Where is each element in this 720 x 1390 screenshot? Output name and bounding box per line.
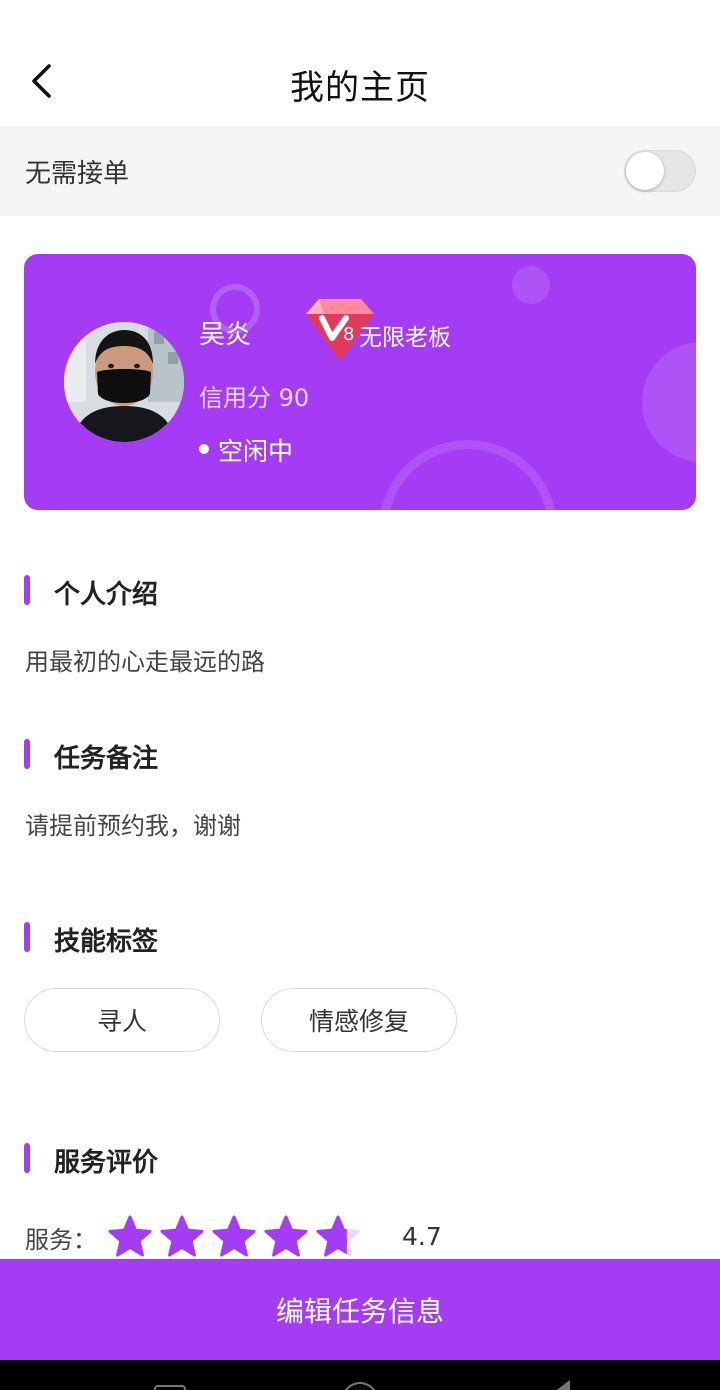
status-text: 空闲中 <box>218 437 294 466</box>
vip-title: 无限老板 <box>359 325 451 351</box>
page-title: 我的主页 <box>290 68 430 108</box>
switch-knob <box>626 152 664 190</box>
skill-tag[interactable]: 情感修复 <box>261 988 457 1052</box>
vip-level: 8 <box>343 324 354 345</box>
back-nav-icon[interactable] <box>546 1380 570 1390</box>
rating-stars <box>108 1215 360 1257</box>
skill-tag[interactable]: 寻人 <box>24 988 220 1052</box>
section-marker-skills <box>24 922 30 952</box>
system-nav-bar <box>0 1360 720 1390</box>
section-title-skills: 技能标签 <box>54 927 159 957</box>
no-orders-switch[interactable] <box>624 150 696 192</box>
decor-circle <box>642 342 696 462</box>
no-orders-label: 无需接单 <box>25 159 130 189</box>
home-icon[interactable] <box>342 1382 378 1390</box>
rating-value: 4.7 <box>402 1222 442 1251</box>
credit-score: 信用分 90 <box>199 384 310 412</box>
header-bar: 我的主页 <box>0 0 720 126</box>
rating-label: 服务： <box>25 1226 97 1254</box>
decor-ring <box>379 440 557 510</box>
decor-dot <box>512 266 550 304</box>
user-name: 吴炎 <box>199 320 252 350</box>
no-orders-row: 无需接单 <box>0 126 720 216</box>
star-icon <box>160 1215 204 1257</box>
user-avatar-icon <box>64 322 184 442</box>
recent-apps-icon[interactable] <box>154 1385 186 1390</box>
section-marker-reviews <box>24 1143 30 1173</box>
status-indicator-dot <box>199 444 209 454</box>
section-marker-notes <box>24 739 30 769</box>
profile-card: 吴炎 8 无限老板 信用分 90 空闲中 <box>24 254 696 510</box>
section-title-intro: 个人介绍 <box>54 580 159 610</box>
star-icon <box>264 1215 308 1257</box>
section-title-notes: 任务备注 <box>54 744 159 774</box>
section-title-reviews: 服务评价 <box>54 1148 159 1178</box>
intro-text: 用最初的心走最远的路 <box>25 648 265 676</box>
avatar[interactable] <box>64 322 184 442</box>
edit-task-info-button[interactable]: 编辑任务信息 <box>0 1259 720 1360</box>
star-icon <box>316 1215 360 1257</box>
star-icon <box>212 1215 256 1257</box>
notes-text: 请提前预约我，谢谢 <box>25 812 241 840</box>
section-marker-intro <box>24 575 30 605</box>
star-icon <box>108 1215 152 1257</box>
